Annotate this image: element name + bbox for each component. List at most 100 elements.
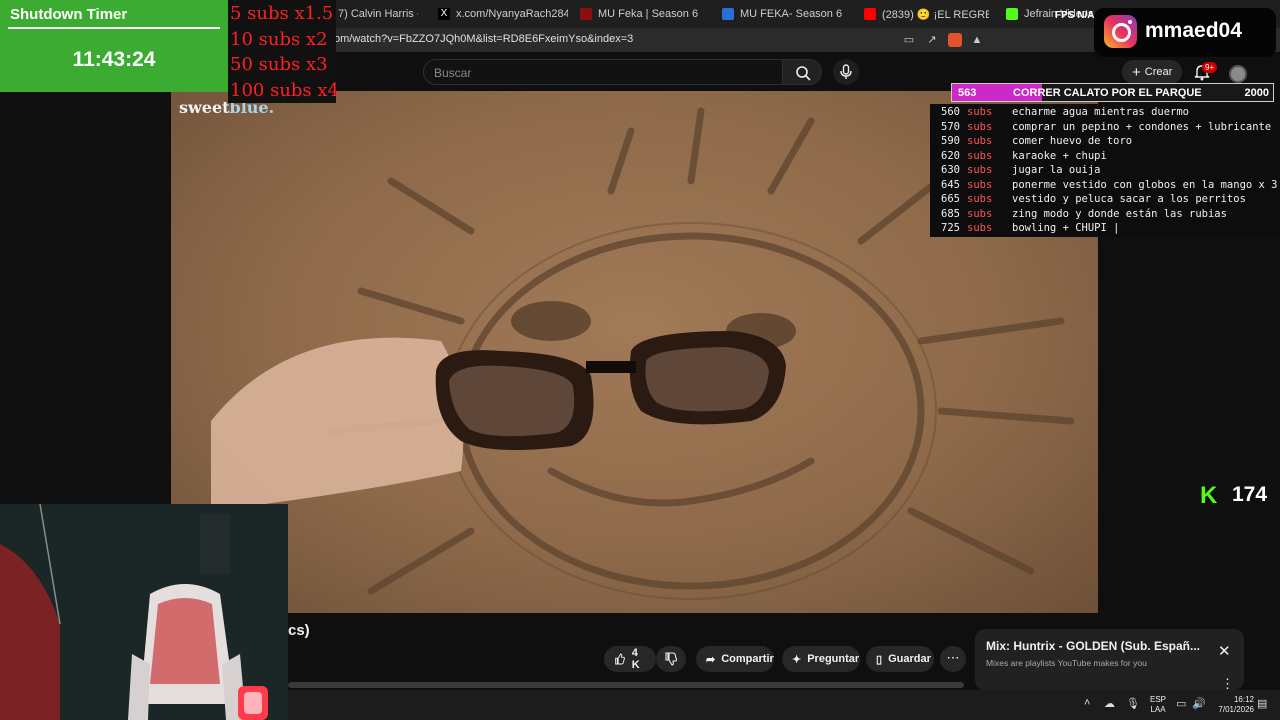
language-indicator[interactable]: ESP LAA (1150, 695, 1166, 715)
goal-unit: subs (967, 106, 993, 118)
create-button[interactable]: + Crear (1122, 60, 1183, 84)
shutdown-timer-overlay: Shutdown Timer 11:43:24 (0, 0, 228, 92)
goal-task: comer huevo de toro (1012, 135, 1133, 147)
mix-playlist-card[interactable]: Mix: Huntrix - GOLDEN (Sub. Españ... Mix… (975, 629, 1244, 690)
share-icon[interactable]: ↗ (925, 33, 939, 47)
save-button[interactable]: ▯ Guardar (866, 646, 934, 672)
fps-label: FPS N/A (1055, 10, 1095, 21)
gaming-chair-image (0, 504, 288, 720)
kick-logo-icon: K (1200, 482, 1218, 509)
tab-label: (2839) 🙂 ¡EL REGRESO de RO (882, 8, 989, 21)
sunglasses (435, 331, 786, 450)
brave-shield-icon[interactable] (948, 33, 962, 47)
youtube-icon (864, 8, 876, 20)
language-line2: LAA (1150, 705, 1166, 714)
kick-icon (1006, 8, 1018, 20)
tab-calvin-harris[interactable]: 7) Calvin Harris - S ✕ (338, 4, 418, 24)
mix-subtitle: Mixes are playlists YouTube makes for yo… (986, 658, 1147, 668)
share-arrow-icon: ➦ (706, 653, 716, 666)
bookmark-icon: ▯ (876, 653, 883, 666)
goal-count: 560 (941, 106, 960, 118)
stream-screen: 7) Calvin Harris - S ✕ X x.com/NyanyaRac… (0, 0, 1280, 720)
sub-goal-target: 2000 (1244, 87, 1269, 99)
multiplier-item: 5 subs x1.5 (230, 3, 334, 24)
like-button[interactable]: 4 K (604, 646, 656, 672)
plus-icon: + (1132, 63, 1141, 81)
goal-count: 725 (941, 222, 960, 234)
sub-goals-list: 560 subs echarme agua mientras duermo 570 su… (930, 104, 1280, 237)
goal-task: zing modo y donde están las rubias (1012, 207, 1227, 220)
system-clock[interactable]: 16:12 7/01/2026 (1212, 695, 1254, 715)
tab-mu-feka-2[interactable]: MU FEKA- Season 6 (722, 4, 842, 24)
tab-label: x.com/NyanyaRach28401/stat (456, 8, 568, 20)
thumbs-up-icon (615, 653, 625, 665)
tab-label: 7) Calvin Harris - S (338, 8, 418, 20)
tab-mu-feka[interactable]: MU Feka | Season 6 (580, 4, 700, 24)
url-text[interactable]: om/watch?v=FbZZO7JQh0M&list=RD8E6FxeimYs… (334, 33, 633, 45)
goal-count: 620 (941, 149, 960, 162)
ask-label: Preguntar (807, 653, 860, 665)
volume-icon[interactable]: 🔊 (1192, 697, 1206, 710)
goal-count: 630 (941, 164, 960, 176)
timer-divider (8, 27, 220, 29)
tab-youtube-regreso[interactable]: (2839) 🙂 ¡EL REGRESO de RO (864, 4, 989, 24)
search-button[interactable] (782, 59, 822, 85)
notification-center-icon[interactable]: ▤ (1257, 697, 1267, 710)
multiplier-item: 50 subs x3 (230, 54, 328, 75)
goal-task: echarme agua mientras duermo (1012, 106, 1190, 118)
tab-label: MU FEKA- Season 6 (740, 8, 842, 20)
sub-multiplier-overlay: 5 subs x1.5 10 subs x2 50 subs x3 100 su… (228, 0, 339, 103)
cast-icon[interactable]: ▭ (902, 33, 916, 47)
mix-title[interactable]: Mix: Huntrix - GOLDEN (Sub. Españ... (986, 639, 1206, 653)
watermark-part1: sweet (179, 98, 230, 117)
description-scrollbar[interactable] (288, 682, 964, 688)
goal-task: bowling + CHUPI | (1012, 222, 1120, 234)
notification-count-badge: 9+ (1202, 62, 1218, 73)
goal-count: 645 (941, 178, 960, 191)
microphone-tray-icon[interactable]: 🎙 (1126, 697, 1140, 710)
goal-count: 665 (941, 193, 960, 205)
sub-goal-current: 563 (958, 87, 977, 99)
search-input[interactable]: Buscar (423, 59, 783, 85)
mu-feka-blue-icon (722, 8, 734, 20)
instagram-overlay: mmaed04 (1094, 8, 1276, 57)
kick-viewer-counter: K 174 (1200, 480, 1278, 510)
close-icon[interactable]: ✕ (1218, 642, 1231, 660)
voice-search-button[interactable] (833, 59, 859, 85)
kick-viewer-count: 174 (1232, 483, 1268, 506)
account-avatar[interactable] (1229, 65, 1247, 83)
video-title: cs) (288, 622, 310, 639)
goal-unit: subs (967, 135, 993, 147)
mu-feka-icon (580, 8, 592, 20)
ask-button[interactable]: ✦ Preguntar (782, 646, 860, 672)
goal-unit: subs (967, 164, 993, 176)
share-label: Compartir (721, 653, 774, 665)
goal-task: jugar la ouija (1012, 164, 1101, 176)
chevron-up-icon[interactable]: ˄ (1084, 697, 1090, 709)
goal-task: karaoke + chupi (1012, 149, 1107, 162)
instagram-handle: mmaed04 (1145, 19, 1242, 42)
goal-count: 590 (941, 135, 960, 147)
dislike-button[interactable] (656, 646, 686, 672)
timer-title: Shutdown Timer (10, 6, 128, 23)
goal-unit: subs (967, 207, 993, 220)
like-count: 4 K (631, 647, 640, 671)
tab-label: MU Feka | Season 6 (598, 8, 699, 20)
tab-x-post[interactable]: X x.com/NyanyaRach28401/stat (438, 4, 568, 24)
language-line1: ESP (1150, 695, 1167, 704)
goal-task: comprar un pepino + condones + lubricant… (1012, 120, 1272, 133)
rewards-icon[interactable]: ▲ (970, 33, 984, 47)
thumbs-down-icon (665, 652, 678, 666)
sparkle-icon: ✦ (792, 653, 802, 666)
network-icon[interactable]: ▭ (1176, 697, 1186, 710)
goal-unit: subs (967, 120, 993, 133)
goal-unit: subs (967, 178, 993, 191)
sub-goal-text: CORRER CALATO POR EL PARQUE (1013, 87, 1202, 99)
search-placeholder: Buscar (434, 66, 472, 80)
share-button[interactable]: ➦ Compartir (696, 646, 774, 672)
goal-unit: subs (967, 193, 993, 205)
multiplier-item: 10 subs x2 (230, 29, 328, 50)
more-actions-button[interactable]: ⋯ (940, 646, 966, 672)
goal-task: vestido y peluca sacar a los perritos (1012, 193, 1246, 205)
cloud-icon[interactable]: ☁ (1104, 697, 1115, 710)
